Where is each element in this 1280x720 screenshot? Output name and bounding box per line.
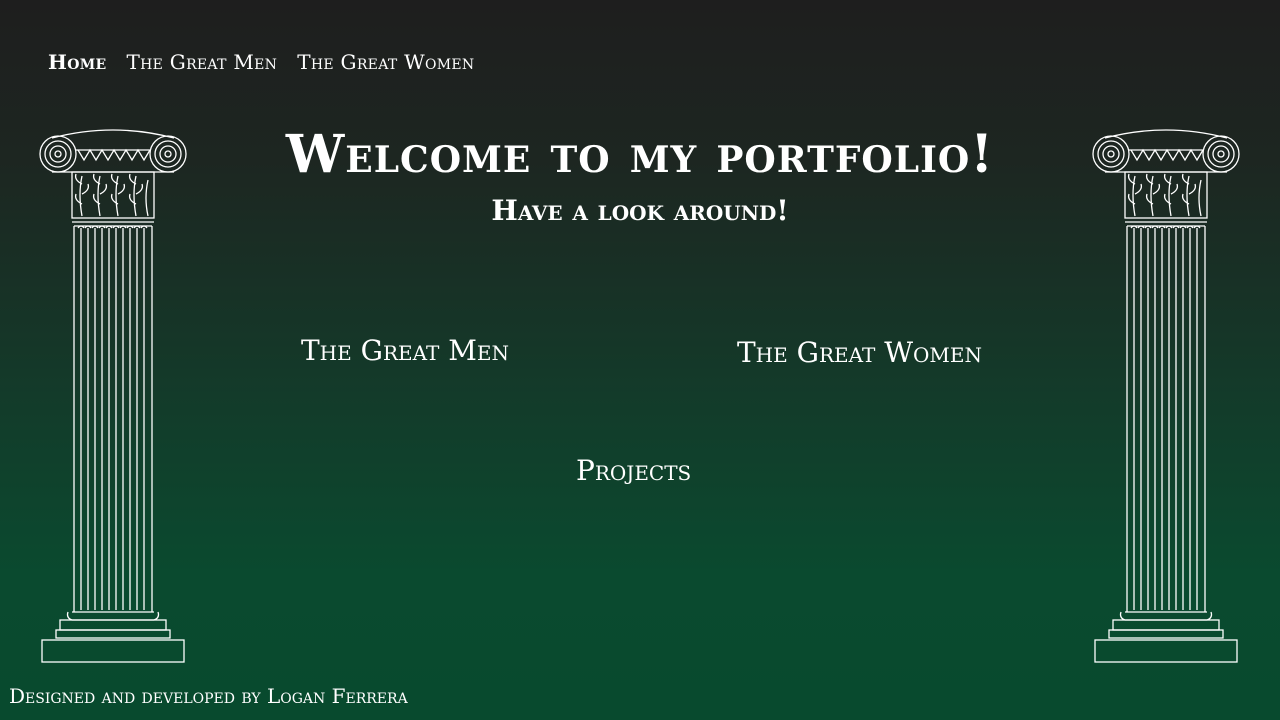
great-men-link[interactable]: The Great Men xyxy=(301,334,509,367)
nav-great-men[interactable]: The Great Men xyxy=(126,50,277,74)
nav-great-women[interactable]: The Great Women xyxy=(297,50,474,74)
projects-link[interactable]: Projects xyxy=(576,454,691,487)
footer-credit: Designed and developed by Logan Ferrera xyxy=(9,684,408,708)
page-title: Welcome to my portfolio! xyxy=(285,124,995,185)
great-women-link[interactable]: The Great Women xyxy=(737,336,982,369)
page-subtitle: Have a look around! xyxy=(491,194,789,227)
nav-home[interactable]: Home xyxy=(48,50,106,74)
top-nav: Home The Great Men The Great Women xyxy=(48,50,474,74)
